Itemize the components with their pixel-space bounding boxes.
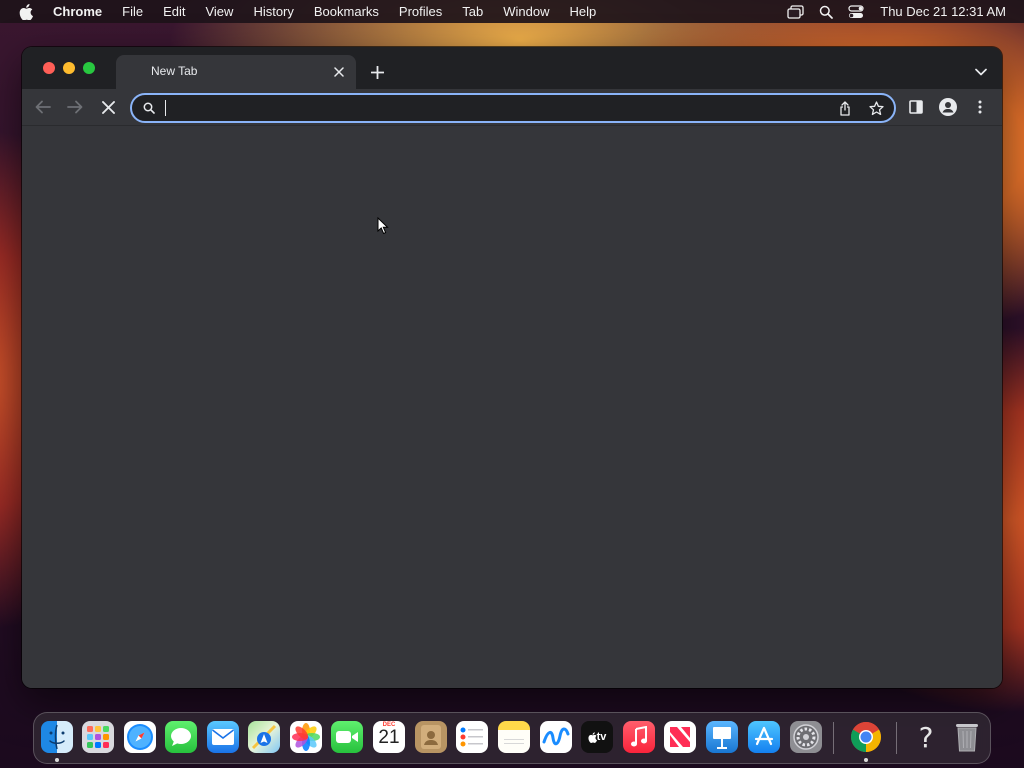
- window-switcher-icon[interactable]: [787, 4, 804, 19]
- address-bar[interactable]: [130, 93, 896, 123]
- freeform-icon[interactable]: [540, 721, 572, 753]
- text-cursor: [165, 100, 166, 116]
- finder-running-indicator: [55, 758, 59, 762]
- spotlight-search-icon[interactable]: [819, 5, 834, 19]
- maps-icon[interactable]: [248, 721, 280, 753]
- chrome-window: New Tab: [22, 47, 1002, 688]
- profile-icon[interactable]: [938, 97, 958, 117]
- stop-icon[interactable]: [98, 97, 118, 117]
- photos-icon[interactable]: [290, 721, 322, 753]
- apple-menu-icon[interactable]: [19, 3, 33, 20]
- menu-file[interactable]: File: [122, 4, 143, 19]
- mail-icon[interactable]: [207, 721, 239, 753]
- messages-icon[interactable]: [165, 721, 197, 753]
- share-icon[interactable]: [836, 99, 854, 117]
- menu-bar-status-area: Thu Dec 21 12:31 AM: [772, 0, 1006, 23]
- apple-tv-label: tv: [596, 731, 607, 743]
- app-store-icon[interactable]: [748, 721, 780, 753]
- contacts-icon[interactable]: [415, 721, 447, 753]
- news-icon[interactable]: [664, 721, 696, 753]
- menu-icon[interactable]: [970, 97, 990, 117]
- calendar-day: 21: [378, 727, 400, 748]
- address-input[interactable]: [164, 98, 804, 118]
- close-window-button[interactable]: [43, 62, 55, 74]
- tab-new-tab[interactable]: New Tab: [116, 55, 356, 89]
- reminders-icon[interactable]: [456, 721, 488, 753]
- forward-icon[interactable]: [65, 97, 85, 117]
- back-icon[interactable]: [33, 97, 53, 117]
- menu-profiles[interactable]: Profiles: [399, 4, 442, 19]
- dock: DEC 21 tv ?: [33, 712, 991, 764]
- tab-strip: New Tab: [22, 47, 1002, 89]
- dock-separator: [896, 722, 897, 754]
- calendar-icon[interactable]: DEC 21: [373, 721, 405, 753]
- safari-icon[interactable]: [124, 721, 156, 753]
- page-content[interactable]: [22, 126, 1002, 688]
- menu-app-chrome[interactable]: Chrome: [53, 4, 102, 19]
- browser-toolbar: [22, 89, 1002, 126]
- music-icon[interactable]: [623, 721, 655, 753]
- fullscreen-window-button[interactable]: [83, 62, 95, 74]
- tab-search-chevron-down-icon[interactable]: [974, 65, 988, 79]
- notes-icon[interactable]: [498, 721, 530, 753]
- menu-edit[interactable]: Edit: [163, 4, 185, 19]
- bookmark-star-icon[interactable]: [867, 99, 885, 117]
- minimize-window-button[interactable]: [63, 62, 75, 74]
- system-settings-icon[interactable]: [790, 721, 822, 753]
- menu-view[interactable]: View: [205, 4, 233, 19]
- google-chrome-icon[interactable]: [850, 721, 882, 753]
- mouse-pointer-icon: [377, 217, 389, 235]
- menu-history[interactable]: History: [253, 4, 293, 19]
- help-question-glyph: ?: [918, 721, 934, 753]
- control-center-icon[interactable]: [848, 4, 864, 19]
- dock-separator: [833, 722, 834, 754]
- tab-title: New Tab: [151, 64, 198, 78]
- new-tab-button[interactable]: [368, 63, 386, 81]
- apple-tv-icon[interactable]: tv: [581, 721, 613, 753]
- finder-icon[interactable]: [41, 721, 73, 753]
- launchpad-icon[interactable]: [82, 721, 114, 753]
- side-panel-icon[interactable]: [906, 97, 926, 117]
- trash-icon[interactable]: [951, 721, 983, 753]
- menu-bookmarks[interactable]: Bookmarks: [314, 4, 379, 19]
- chrome-running-indicator: [864, 758, 868, 762]
- menu-tab[interactable]: Tab: [462, 4, 483, 19]
- menu-window[interactable]: Window: [503, 4, 549, 19]
- facetime-icon[interactable]: [331, 721, 363, 753]
- tab-close-icon[interactable]: [332, 65, 346, 79]
- keynote-icon[interactable]: [706, 721, 738, 753]
- menu-help[interactable]: Help: [570, 4, 597, 19]
- menu-bar-clock[interactable]: Thu Dec 21 12:31 AM: [880, 4, 1006, 19]
- menu-bar: Chrome File Edit View History Bookmarks …: [0, 0, 1024, 23]
- help-question-icon[interactable]: ?: [910, 721, 942, 753]
- search-icon: [142, 101, 156, 115]
